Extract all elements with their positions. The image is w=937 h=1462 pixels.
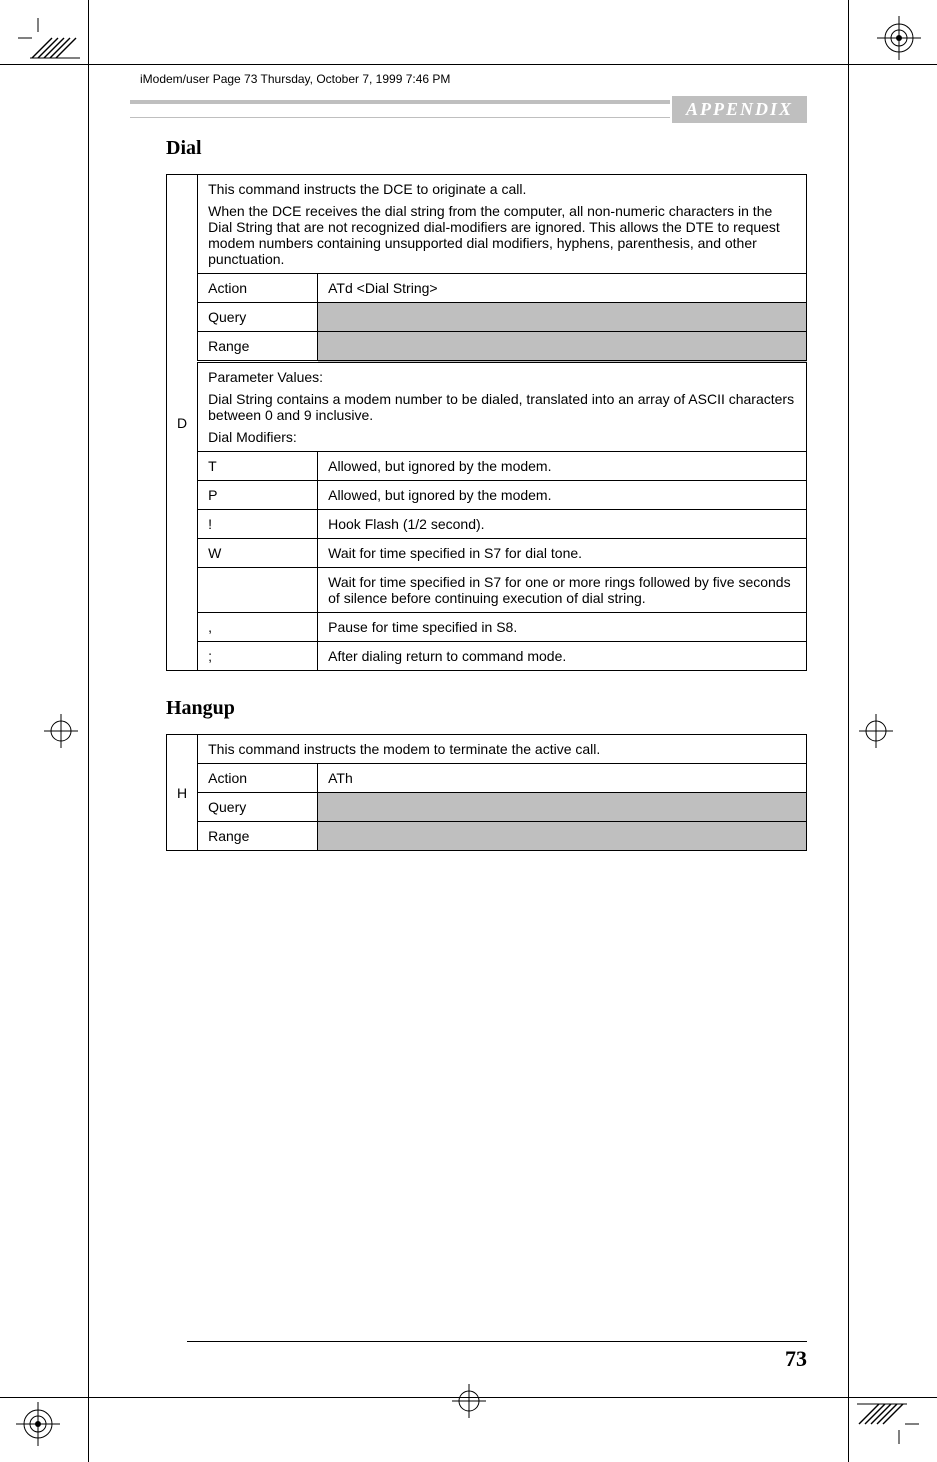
dial-modifiers-header: Dial Modifiers: — [208, 429, 796, 445]
appendix-bar: APPENDIX — [130, 96, 807, 123]
dial-modifier-row: , Pause for time specified in S8. — [167, 613, 807, 642]
hangup-action-value: ATh — [318, 764, 807, 793]
dial-mod-val: Wait for time specified in S7 for one or… — [318, 568, 807, 613]
page-content: iModem/user Page 73 Thursday, October 7,… — [130, 72, 807, 1372]
crop-frame-top — [0, 64, 937, 65]
dial-mod-val: Wait for time specified in S7 for dial t… — [318, 539, 807, 568]
crop-frame-left — [88, 0, 89, 1462]
hatch-decoration-br — [857, 1402, 907, 1428]
crosshair-right — [859, 714, 893, 748]
dial-description: This command instructs the DCE to origin… — [198, 175, 807, 274]
dial-modifier-row: ! Hook Flash (1/2 second). — [167, 510, 807, 539]
hangup-range-value — [318, 822, 807, 851]
dial-mod-key: , — [198, 613, 318, 642]
dial-query-label: Query — [198, 303, 318, 332]
running-header: iModem/user Page 73 Thursday, October 7,… — [140, 72, 807, 86]
crosshair-left — [44, 714, 78, 748]
dial-mod-key: P — [198, 481, 318, 510]
dial-modifier-row: W Wait for time specified in S7 for dial… — [167, 539, 807, 568]
dial-action-label: Action — [198, 274, 318, 303]
dial-letter-cell: D — [167, 175, 198, 671]
page-number: 73 — [785, 1346, 807, 1372]
dial-mod-val: Allowed, but ignored by the modem. — [318, 481, 807, 510]
dial-mod-key: ! — [198, 510, 318, 539]
hangup-action-label: Action — [198, 764, 318, 793]
dial-range-value — [318, 332, 807, 362]
hangup-heading: Hangup — [166, 697, 807, 720]
registration-target-tr — [875, 14, 923, 62]
dial-heading: Dial — [166, 137, 807, 160]
dial-modifier-row: ; After dialing return to command mode. — [167, 642, 807, 671]
dial-mod-val: After dialing return to command mode. — [318, 642, 807, 671]
crosshair-bottom — [452, 1384, 486, 1418]
dial-table: D This command instructs the DCE to orig… — [166, 174, 807, 671]
dial-mod-key: T — [198, 452, 318, 481]
hatch-decoration-tl — [30, 34, 80, 60]
appendix-rule — [130, 100, 670, 118]
hangup-table: H This command instructs the modem to te… — [166, 734, 807, 851]
registration-target-bl — [14, 1400, 62, 1448]
crop-frame-bottom — [0, 1397, 937, 1398]
hangup-range-label: Range — [198, 822, 318, 851]
dial-range-label: Range — [198, 332, 318, 362]
dial-mod-val: Hook Flash (1/2 second). — [318, 510, 807, 539]
dial-mod-val: Allowed, but ignored by the modem. — [318, 452, 807, 481]
dial-mod-val: Pause for time specified in S8. — [318, 613, 807, 642]
appendix-label: APPENDIX — [672, 96, 807, 123]
hangup-letter-cell: H — [167, 735, 198, 851]
hangup-query-label: Query — [198, 793, 318, 822]
crop-frame-right — [848, 0, 849, 1462]
dial-mod-key: W — [198, 539, 318, 568]
dial-mod-key: ; — [198, 642, 318, 671]
dial-mod-key — [198, 568, 318, 613]
dial-param-header: Parameter Values: — [208, 369, 796, 385]
hangup-query-value — [318, 793, 807, 822]
dial-desc-p2: When the DCE receives the dial string fr… — [208, 203, 796, 267]
dial-desc-p1: This command instructs the DCE to origin… — [208, 181, 796, 197]
dial-query-value — [318, 303, 807, 332]
page-number-rule — [187, 1341, 807, 1342]
dial-modifier-row: T Allowed, but ignored by the modem. — [167, 452, 807, 481]
dial-modifier-row: P Allowed, but ignored by the modem. — [167, 481, 807, 510]
dial-modifier-row: Wait for time specified in S7 for one or… — [167, 568, 807, 613]
dial-parameter-block: Parameter Values: Dial String contains a… — [198, 362, 807, 452]
dial-action-value: ATd <Dial String> — [318, 274, 807, 303]
hangup-description: This command instructs the modem to term… — [198, 735, 807, 764]
dial-param-desc: Dial String contains a modem number to b… — [208, 391, 796, 423]
